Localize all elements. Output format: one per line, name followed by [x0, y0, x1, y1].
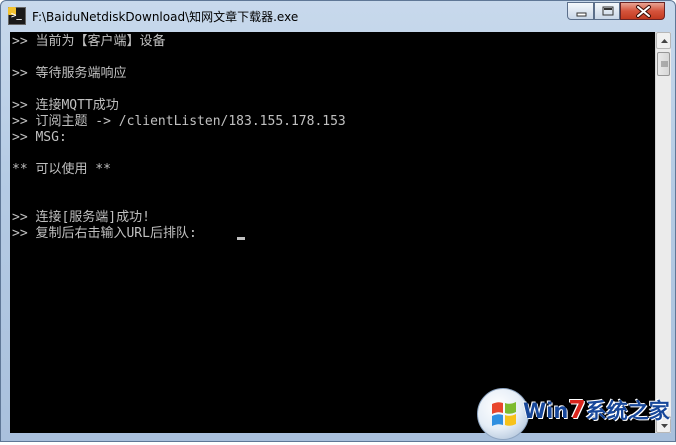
console-line: ** 可以使用 ** [12, 162, 111, 177]
minimize-button[interactable] [567, 2, 594, 20]
chevron-up-icon [661, 39, 668, 43]
title-bar[interactable]: >_ F:\BaiduNetdiskDownload\知网文章下载器.exe [1, 1, 675, 31]
console-window: >_ F:\BaiduNetdiskDownload\知网文章下载器.exe >… [0, 0, 676, 442]
text-cursor [237, 237, 245, 240]
vertical-scrollbar[interactable] [655, 32, 671, 433]
grip-icon [661, 61, 668, 67]
console-line: >> MSG: [12, 130, 67, 145]
cmd-window-icon[interactable]: >_ [8, 7, 26, 25]
console-line: >> 连接[服务端]成功! [12, 210, 150, 225]
watermark-brand-prefix: Win [523, 399, 569, 423]
watermark: Win7系统之家 [477, 388, 676, 442]
close-icon [636, 5, 651, 18]
window-title: F:\BaiduNetdiskDownload\知网文章下载器.exe [32, 10, 299, 24]
scroll-up-button[interactable] [656, 32, 671, 49]
windows-logo-icon [477, 388, 529, 440]
watermark-brand-seven: 7 [568, 395, 586, 424]
console-line: >> 订阅主题 -> /clientListen/183.155.178.153 [12, 114, 346, 129]
maximize-icon [602, 6, 614, 16]
watermark-text: Win7系统之家 [523, 395, 670, 425]
console-output[interactable]: >> 当前为【客户端】设备 >> 等待服务端响应 >> 连接MQTT成功 >> … [10, 32, 655, 433]
console-line: >> 当前为【客户端】设备 [12, 34, 166, 49]
scroll-thumb[interactable] [657, 52, 670, 76]
console-line: >> 等待服务端响应 [12, 66, 127, 81]
minimize-icon [576, 12, 587, 17]
app-icon-glyph: >_ [11, 11, 22, 21]
close-button[interactable] [620, 2, 665, 20]
console-line: >> 复制后右击输入URL后排队: [12, 226, 197, 241]
console-line: >> 连接MQTT成功 [12, 98, 119, 113]
watermark-brand-suffix: 系统之家 [585, 399, 670, 423]
maximize-button[interactable] [594, 2, 620, 20]
